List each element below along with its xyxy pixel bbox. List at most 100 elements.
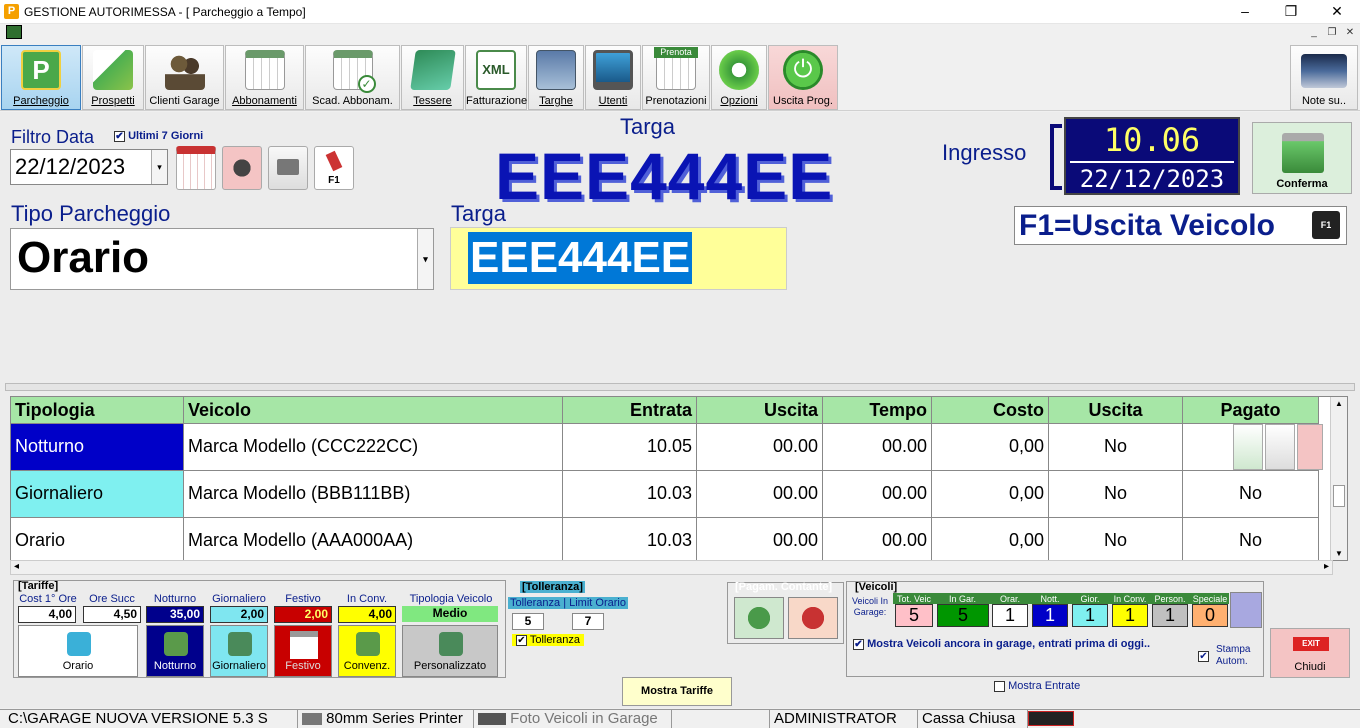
- tipologia-veicolo-value[interactable]: Medio: [402, 606, 498, 622]
- table-cell[interactable]: [1183, 424, 1323, 471]
- chevron-down-icon[interactable]: ▾: [417, 229, 433, 289]
- table-cell[interactable]: 0,00: [932, 424, 1049, 471]
- festivo-button[interactable]: Festivo: [274, 625, 332, 677]
- toolbar-utenti-button[interactable]: Utenti: [585, 45, 641, 110]
- toolbar-note-button[interactable]: Note su..: [1290, 45, 1358, 110]
- toolbar-abbonamenti-button[interactable]: Abbonamenti: [225, 45, 304, 110]
- delete-icon[interactable]: [1297, 424, 1323, 470]
- last7-check[interactable]: ✔: [114, 130, 125, 142]
- toolbar-parcheggio-button[interactable]: P Parcheggio: [1, 45, 81, 110]
- print-receipt-icon[interactable]: [1265, 424, 1295, 470]
- notturno-button[interactable]: Notturno: [146, 625, 204, 677]
- cash-button[interactable]: [734, 597, 784, 639]
- toolbar-prospetti-button[interactable]: Prospetti: [82, 45, 144, 110]
- mostra-entrate-checkbox[interactable]: Mostra Entrate: [994, 680, 1080, 692]
- toolbar-scadabbonam-button[interactable]: ✓ Scad. Abbonam.: [305, 45, 400, 110]
- splitter[interactable]: [5, 383, 1355, 391]
- table-cell[interactable]: 00.00: [823, 424, 932, 471]
- mostra-veicoli-checkbox[interactable]: ✔ Mostra Veicoli ancora in garage, entra…: [853, 638, 1150, 650]
- table-cell[interactable]: 00.00: [697, 518, 823, 560]
- mdi-minimize-button[interactable]: _: [1306, 26, 1322, 40]
- window-title: GESTIONE AUTORIMESSA - [ Parcheggio a Te…: [24, 5, 306, 19]
- table-cell[interactable]: 10.03: [563, 471, 697, 518]
- col-veicolo[interactable]: Veicolo: [184, 397, 563, 424]
- mdi-restore-button[interactable]: ❐: [1324, 26, 1340, 40]
- calendar-button[interactable]: [176, 146, 216, 190]
- date-picker[interactable]: 22/12/2023 ▾: [10, 149, 168, 185]
- maximize-button[interactable]: ❐: [1268, 0, 1314, 24]
- toolbar-uscita-button[interactable]: ⏻ Uscita Prog.: [768, 45, 838, 110]
- targa-input-value[interactable]: EEE444EE: [468, 232, 693, 284]
- horizontal-scrollbar[interactable]: ◂ ▸: [10, 560, 1333, 575]
- table-cell[interactable]: 00.00: [697, 471, 823, 518]
- giornaliero-value[interactable]: 2,00: [210, 606, 268, 623]
- col-uscita-flag[interactable]: Uscita: [1049, 397, 1183, 424]
- table-cell[interactable]: Marca Modello (BBB111BB): [184, 471, 563, 518]
- col-tempo[interactable]: Tempo: [823, 397, 932, 424]
- personalizzato-button[interactable]: Personalizzato: [402, 625, 498, 677]
- col-entrata[interactable]: Entrata: [563, 397, 697, 424]
- tolleranza-value[interactable]: 5: [512, 613, 544, 630]
- vertical-scrollbar[interactable]: ▲ ▼: [1330, 397, 1347, 560]
- table-cell[interactable]: 0,00: [932, 518, 1049, 560]
- conferma-button[interactable]: Conferma: [1252, 122, 1352, 194]
- table-cell[interactable]: No: [1049, 471, 1183, 518]
- col-tipologia[interactable]: Tipologia: [11, 397, 184, 424]
- convenz-button[interactable]: Convenz.: [338, 625, 396, 677]
- table-row[interactable]: Giornaliero: [11, 471, 184, 518]
- table-cell[interactable]: 00.00: [697, 424, 823, 471]
- inconv-value[interactable]: 4,00: [338, 606, 396, 623]
- scroll-left-icon[interactable]: ◂: [14, 561, 19, 572]
- scroll-thumb[interactable]: [1333, 485, 1345, 507]
- table-cell[interactable]: Marca Modello (AAA000AA): [184, 518, 563, 560]
- toolbar-clienti-button[interactable]: Clienti Garage: [145, 45, 224, 110]
- camera-button[interactable]: [222, 146, 262, 190]
- col-uscita[interactable]: Uscita: [697, 397, 823, 424]
- table-cell[interactable]: No: [1049, 424, 1183, 471]
- close-window-button[interactable]: ✕: [1314, 0, 1360, 24]
- toolbar-fatturazione-button[interactable]: XML Fatturazione: [465, 45, 527, 110]
- table-cell[interactable]: Marca Modello (CCC222CC): [184, 424, 563, 471]
- last7-checkbox[interactable]: ✔ Ultimi 7 Giorni: [114, 130, 203, 142]
- table-cell[interactable]: No: [1049, 518, 1183, 560]
- festivo-value[interactable]: 2,00: [274, 606, 332, 623]
- toolbar-targhe-button[interactable]: Targhe: [528, 45, 584, 110]
- chevron-down-icon[interactable]: ▾: [151, 150, 167, 184]
- print-button[interactable]: [268, 146, 308, 190]
- scroll-up-icon[interactable]: ▲: [1331, 399, 1347, 408]
- hands-icon[interactable]: [1230, 592, 1262, 628]
- car-exit-icon[interactable]: [1233, 424, 1263, 470]
- cost-first-value[interactable]: 4,00: [18, 606, 76, 623]
- giornaliero-button[interactable]: Giornaliero: [210, 625, 268, 677]
- tipo-select[interactable]: Orario ▾: [10, 228, 434, 290]
- tolleranza-checkbox[interactable]: ✔ Tolleranza: [512, 634, 584, 646]
- chiudi-button[interactable]: EXIT Chiudi: [1270, 628, 1350, 678]
- orario-button[interactable]: Orario: [18, 625, 138, 677]
- scanner-f1-button[interactable]: F1: [314, 146, 354, 190]
- table-cell[interactable]: No: [1183, 518, 1319, 560]
- toolbar-prenotazioni-button[interactable]: Prenota Prenotazioni: [642, 45, 710, 110]
- table-cell[interactable]: 00.00: [823, 471, 932, 518]
- toolbar-opzioni-button[interactable]: Opzioni: [711, 45, 767, 110]
- minimize-button[interactable]: –: [1222, 0, 1268, 24]
- notturno-value[interactable]: 35,00: [146, 606, 204, 623]
- veic-head: In Conv.: [1113, 594, 1147, 604]
- scroll-right-icon[interactable]: ▸: [1324, 561, 1329, 572]
- ore-succ-value[interactable]: 4,50: [83, 606, 141, 623]
- table-cell[interactable]: 0,00: [932, 471, 1049, 518]
- scroll-down-icon[interactable]: ▼: [1331, 549, 1347, 558]
- table-cell[interactable]: No: [1183, 471, 1319, 518]
- vehicles-table: Tipologia Veicolo Entrata Uscita Tempo C…: [10, 396, 1348, 561]
- mostra-tariffe-button[interactable]: Mostra Tariffe: [622, 677, 732, 706]
- card-payment-button[interactable]: [788, 597, 838, 639]
- toolbar-tessere-button[interactable]: Tessere: [401, 45, 464, 110]
- table-cell[interactable]: 10.05: [563, 424, 697, 471]
- table-cell[interactable]: 10.03: [563, 518, 697, 560]
- col-pagato[interactable]: Pagato: [1183, 397, 1319, 424]
- table-row[interactable]: Orario: [11, 518, 184, 560]
- table-row[interactable]: Notturno: [11, 424, 184, 471]
- mdi-close-button[interactable]: ✕: [1342, 26, 1358, 40]
- table-cell[interactable]: 00.00: [823, 518, 932, 560]
- col-costo[interactable]: Costo: [932, 397, 1049, 424]
- limit-orario-value[interactable]: 7: [572, 613, 604, 630]
